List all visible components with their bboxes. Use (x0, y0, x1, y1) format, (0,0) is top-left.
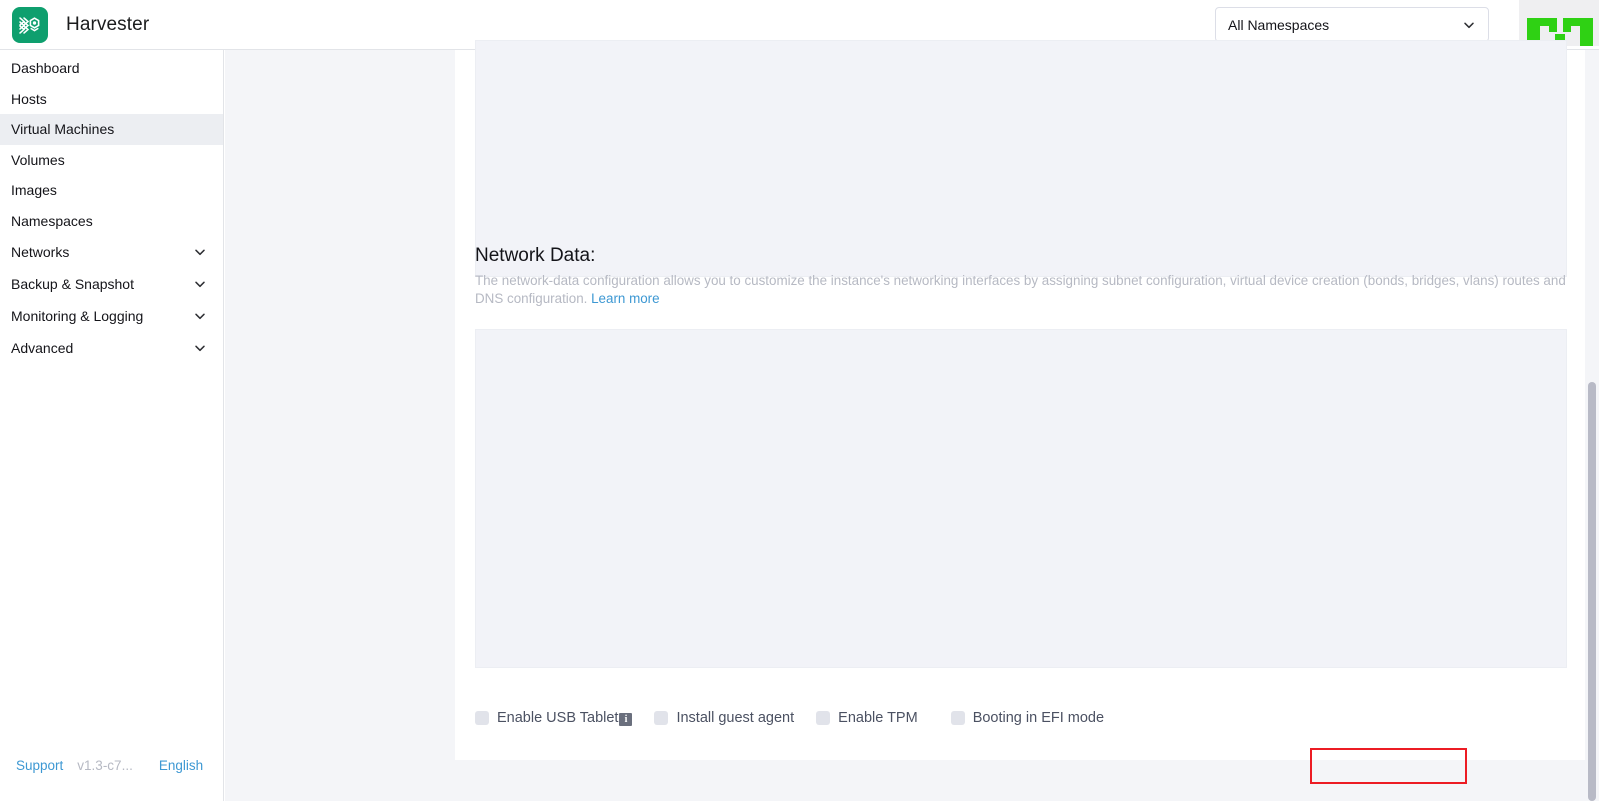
chevron-down-icon (193, 309, 207, 323)
language-link[interactable]: English (159, 758, 203, 773)
network-data-editor[interactable] (475, 329, 1567, 668)
checkbox-install-guest-agent[interactable]: Install guest agent (654, 710, 794, 726)
sidebar-item-label: Virtual Machines (11, 121, 115, 138)
version-label: v1.3-c7... (77, 758, 133, 773)
checkbox-box[interactable] (816, 711, 831, 725)
sidebar-item-label: Dashboard (11, 60, 80, 77)
sidebar-item-networks[interactable]: Networks (0, 236, 223, 268)
sidebar-item-monitoring-logging[interactable]: Monitoring & Logging (0, 300, 223, 332)
efi-mode-highlight-box (1310, 748, 1467, 784)
checkbox-label: Booting in EFI mode (972, 710, 1105, 726)
chevron-down-icon (1462, 18, 1476, 32)
page-scrollbar[interactable] (1588, 382, 1596, 801)
checkbox-box[interactable] (950, 711, 965, 725)
checkbox-booting-in-efi-mode[interactable]: Booting in EFI mode (950, 710, 1105, 726)
checkbox-enable-usb-tablet[interactable]: Enable USB Tablet i (475, 710, 633, 726)
chevron-down-icon (193, 245, 207, 259)
sidebar-item-label: Volumes (11, 151, 65, 168)
user-data-editor[interactable] (475, 40, 1567, 277)
checkbox-label: Enable TPM (838, 710, 918, 726)
vm-config-card: Network Data: The network-data configura… (455, 40, 1585, 784)
sidebar-nav: Dashboard Hosts Virtual Machines Volumes… (0, 50, 224, 801)
brand-block[interactable]: Harvester (12, 6, 150, 43)
chevron-down-icon (193, 341, 207, 355)
sidebar-item-volumes[interactable]: Volumes (0, 145, 223, 176)
sidebar-item-label: Networks (11, 243, 70, 260)
form-panel: Network Data: The network-data configura… (240, 40, 1585, 784)
brand-title: Harvester (66, 13, 150, 35)
sidebar-item-backup-snapshot[interactable]: Backup & Snapshot (0, 268, 223, 300)
checkbox-box[interactable] (475, 711, 489, 725)
checkbox-box[interactable] (654, 711, 669, 725)
sidebar-item-label: Advanced (11, 339, 74, 356)
network-data-title: Network Data: (475, 245, 596, 266)
checkbox-enable-tpm[interactable]: Enable TPM (816, 710, 918, 726)
main-content: Network Data: The network-data configura… (225, 40, 1599, 801)
app-root: Harvester All Namespaces Dashboard Hosts… (0, 0, 1599, 801)
harvester-logo-icon (12, 6, 48, 43)
sidebar-footer: Support v1.3-c7... English (0, 758, 224, 773)
sidebar-item-virtual-machines[interactable]: Virtual Machines (0, 114, 223, 145)
sidebar-item-label: Images (11, 182, 57, 199)
sidebar-item-namespaces[interactable]: Namespaces (0, 206, 223, 237)
namespace-selector[interactable]: All Namespaces (1215, 7, 1489, 42)
sidebar-item-hosts[interactable]: Hosts (0, 84, 223, 115)
vm-options-checkbox-row: Enable USB Tablet i Install guest agent … (475, 705, 1104, 731)
checkbox-label: Install guest agent (676, 710, 795, 726)
sidebar-item-label: Hosts (11, 90, 47, 107)
sidebar-item-advanced[interactable]: Advanced (0, 332, 223, 364)
sidebar-item-label: Backup & Snapshot (11, 275, 134, 292)
support-link[interactable]: Support (16, 758, 63, 773)
sidebar-item-label: Namespaces (11, 212, 93, 229)
info-icon[interactable]: i (619, 712, 633, 726)
learn-more-link[interactable]: Learn more (591, 291, 659, 306)
sidebar-item-label: Monitoring & Logging (11, 307, 144, 324)
chevron-down-icon (193, 277, 207, 291)
sidebar-item-images[interactable]: Images (0, 175, 223, 206)
namespace-selector-value: All Namespaces (1228, 16, 1330, 33)
sidebar-item-dashboard[interactable]: Dashboard (0, 53, 223, 84)
network-data-description: The network-data configuration allows yo… (475, 272, 1567, 307)
checkbox-label: Enable USB Tablet (497, 710, 619, 726)
